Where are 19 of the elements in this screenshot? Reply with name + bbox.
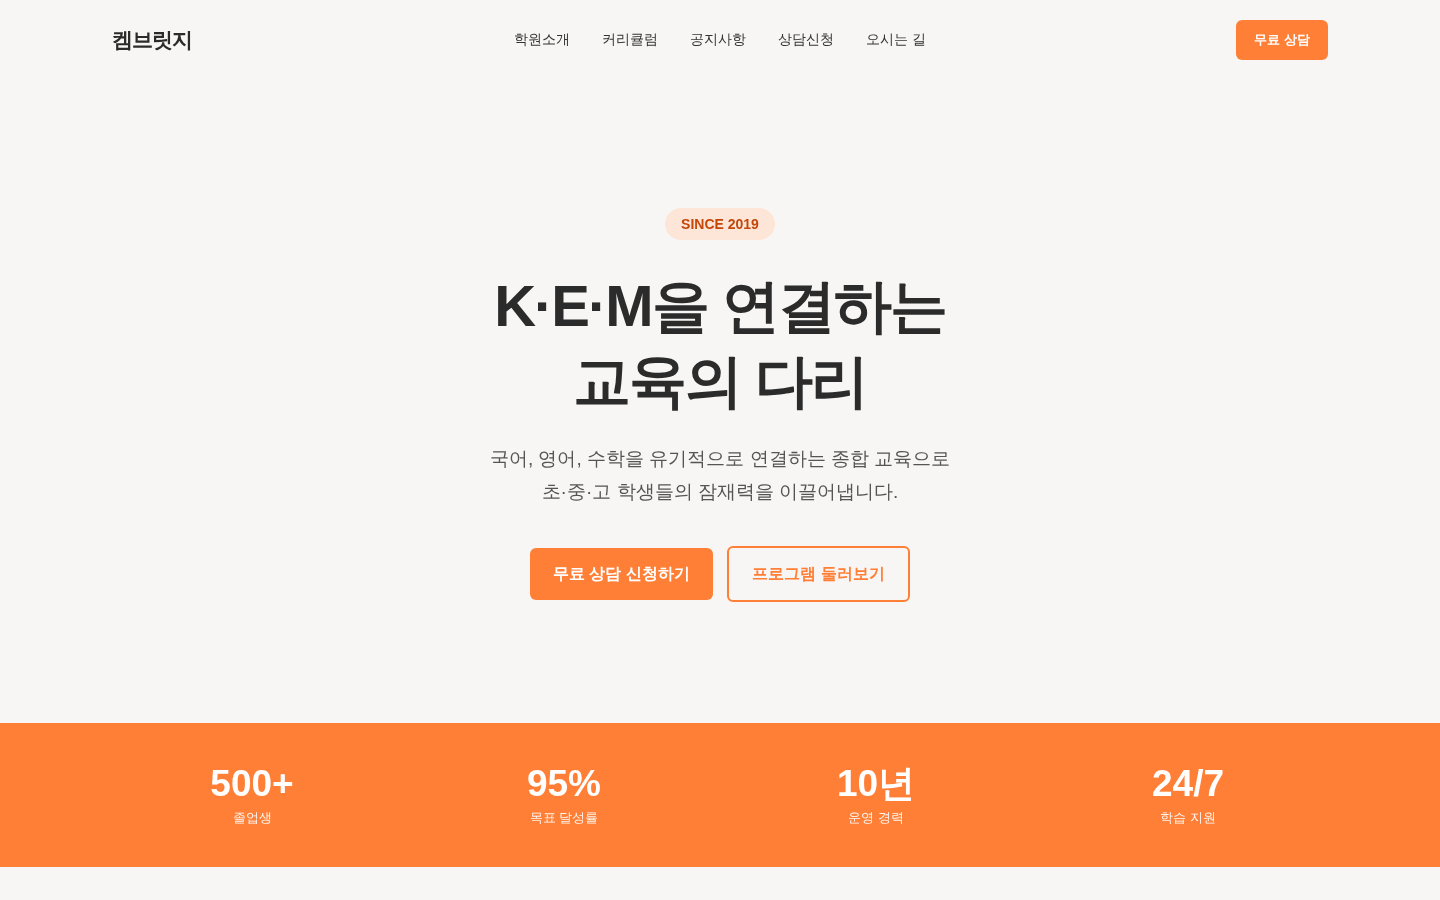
nav-link[interactable]: 상담신청 [778,31,835,49]
logo[interactable]: 켐브릿지 [112,26,192,54]
stat-label: 학습 지원 [1160,809,1216,827]
stat-value: 95% [526,762,602,806]
stat-value: 10년 [836,762,916,806]
hero-subtitle-line: 초·중·고 학생들의 잠재력을 이끌어냅니다. [540,480,900,504]
hero-title-line: 교육의 다리 [571,347,869,415]
stat-label: 목표 달성률 [529,809,599,827]
stat-value: 24/7 [1152,762,1224,806]
nav-link[interactable]: 학원소개 [514,31,571,49]
hero-subtitle-line: 국어, 영어, 수학을 유기적으로 연결하는 종합 교육으로 [489,447,951,471]
nav-link[interactable]: 공지사항 [690,31,747,49]
nav-link[interactable]: 오시는 길 [866,31,926,49]
since-badge: SINCE 2019 [665,208,775,240]
stat-value: 500+ [210,762,294,806]
stat-label: 졸업생 [232,809,272,827]
hero-title-line: K·E·M을 연결하는 [494,272,946,340]
nav-link[interactable]: 커리큘럼 [602,31,659,49]
stat-label: 운영 경력 [848,809,904,827]
